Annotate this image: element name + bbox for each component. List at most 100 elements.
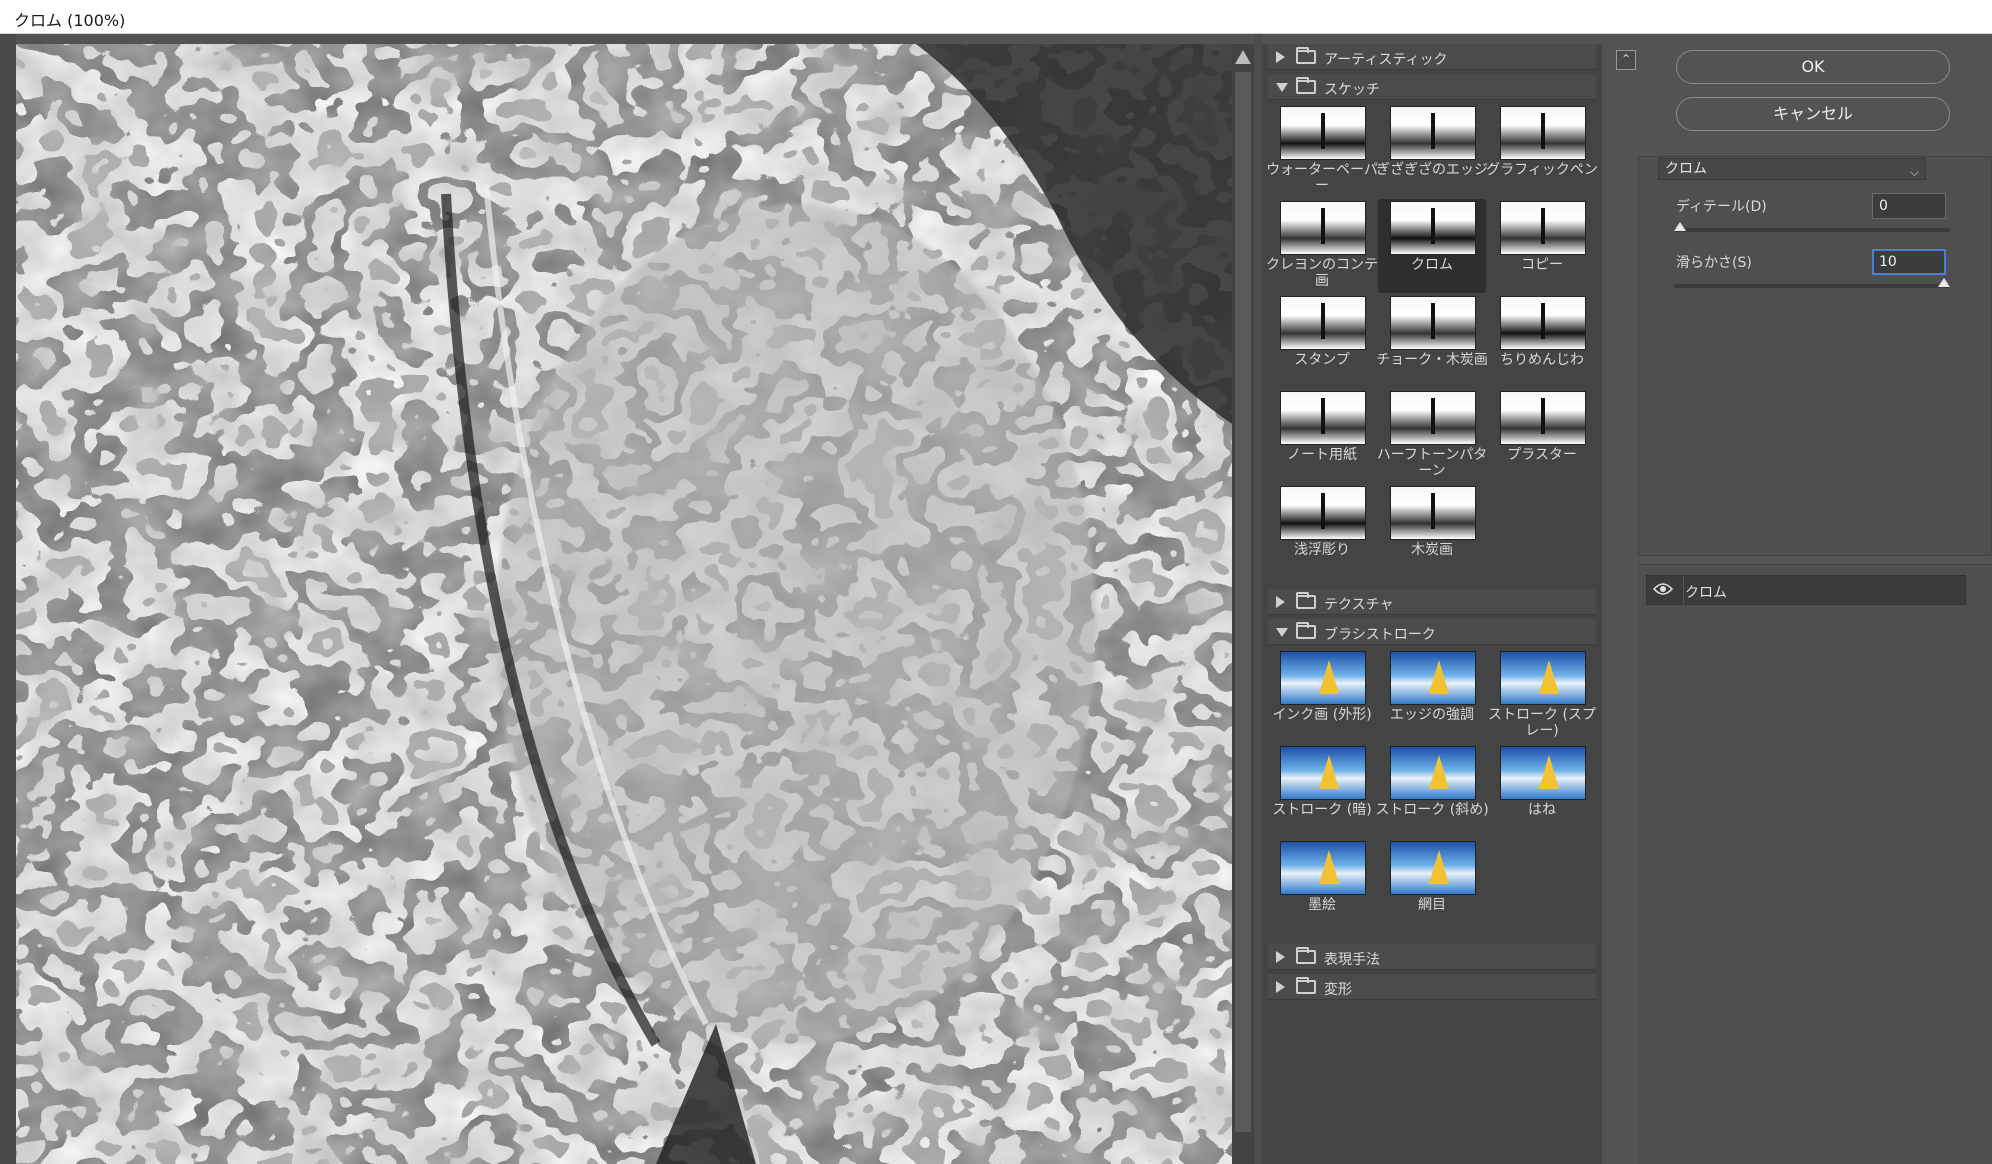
filter-thumbnail[interactable]: クレヨンのコンテ画: [1266, 199, 1378, 293]
filter-thumbnail[interactable]: プラスター: [1488, 389, 1596, 483]
category-0[interactable]: アーティスティック: [1268, 44, 1596, 70]
filter-thumbnail[interactable]: ウォーターペーパー: [1266, 104, 1378, 198]
effect-layer-label: クロム: [1685, 585, 1727, 601]
triangle-right-icon[interactable]: [1276, 951, 1285, 963]
filter-thumbnail[interactable]: ノート用紙: [1268, 389, 1376, 483]
ok-button[interactable]: OK: [1676, 50, 1950, 84]
sailboat-glyph: [1431, 113, 1435, 149]
filter-thumbnail[interactable]: インク画 (外形): [1268, 649, 1376, 743]
filter-thumbnail-label: エッジの強調: [1390, 707, 1474, 723]
filter-thumbnail[interactable]: クロム: [1378, 199, 1486, 293]
effect-layers-panel: クロム: [1638, 564, 1992, 1164]
eye-icon[interactable]: [1653, 582, 1673, 596]
filter-thumbnail[interactable]: チョーク・木炭画: [1376, 294, 1488, 388]
sailboat-glyph: [1321, 303, 1325, 339]
filter-thumbnail[interactable]: ストローク (斜め): [1375, 744, 1489, 838]
filter-thumbnail[interactable]: 木炭画: [1378, 484, 1486, 578]
filter-thumbnail-label: インク画 (外形): [1272, 707, 1372, 723]
sailboat-glyph: [1429, 660, 1449, 694]
filter-thumbnail-label: 網目: [1418, 897, 1446, 913]
sailboat-glyph: [1321, 398, 1325, 434]
smoothness-slider-knob[interactable]: [1938, 278, 1950, 287]
filter-thumbnail[interactable]: エッジの強調: [1378, 649, 1486, 743]
category-1[interactable]: スケッチ: [1268, 74, 1596, 100]
filter-thumbnail[interactable]: ちりめんじわ: [1488, 294, 1596, 388]
sailboat-glyph: [1319, 660, 1339, 694]
filter-thumbnail-label: スタンプ: [1294, 352, 1350, 368]
triangle-right-icon[interactable]: [1276, 596, 1285, 608]
left-edge-strip: [0, 34, 16, 1164]
scroll-up-arrow-icon[interactable]: [1235, 50, 1251, 64]
sailboat-glyph: [1541, 113, 1545, 149]
triangle-down-icon[interactable]: [1276, 628, 1288, 637]
filter-thumbnail-image: [1280, 201, 1366, 255]
category-3[interactable]: ブラシストローク: [1268, 619, 1596, 645]
window-title: クロム (100%): [14, 11, 126, 30]
filter-thumbnail[interactable]: ストローク (スプレー): [1488, 649, 1596, 743]
filter-thumbnail-label: クロム: [1411, 257, 1453, 273]
filter-thumbnail[interactable]: ストローク (暗): [1268, 744, 1376, 838]
filter-controls-panel: ⌃ OK キャンセル クロム ⌵ ディテール(D) 0 滑らかさ(S) 10 ク…: [1610, 44, 1992, 1164]
sailboat-glyph: [1539, 755, 1559, 789]
filter-thumbnail-label: ちりめんじわ: [1500, 352, 1584, 368]
folder-icon: [1296, 977, 1316, 994]
filter-thumbnail-image: [1390, 106, 1476, 160]
filter-thumbnail-image: [1390, 841, 1476, 895]
filter-gallery-panel: アーティスティックスケッチウォーターペーパー ぎざぎざのエッジ グラフィックペンクレ…: [1262, 44, 1602, 1164]
window-titlebar: クロム (100%): [0, 0, 1992, 34]
category-4[interactable]: 表現手法: [1268, 944, 1596, 970]
filter-thumbnail-image: [1390, 296, 1476, 350]
filter-thumbnail[interactable]: 網目: [1378, 839, 1486, 933]
category-label: スケッチ: [1324, 82, 1380, 98]
folder-icon: [1296, 622, 1316, 639]
detail-label: ディテール(D): [1676, 199, 1767, 215]
filter-thumbnail-label: グラフィックペン: [1486, 162, 1598, 178]
sailboat-glyph: [1319, 850, 1339, 884]
sailboat-glyph: [1431, 493, 1435, 529]
category-label: 表現手法: [1324, 952, 1380, 968]
detail-slider[interactable]: [1674, 222, 1950, 232]
filter-thumbnail-label: ぎざぎざのエッジ: [1376, 162, 1488, 178]
cancel-button[interactable]: キャンセル: [1676, 97, 1950, 131]
sailboat-glyph: [1431, 303, 1435, 339]
triangle-down-icon[interactable]: [1276, 83, 1288, 92]
filter-thumbnail[interactable]: スタンプ: [1268, 294, 1376, 388]
layer-row-divider: [1683, 576, 1684, 606]
preview-vertical-scrollbar[interactable]: [1232, 44, 1254, 1164]
filter-thumbnail[interactable]: グラフィックペン: [1486, 104, 1598, 198]
chevron-down-icon: ⌵: [1909, 165, 1919, 179]
sailboat-glyph: [1431, 398, 1435, 434]
filter-thumbnail-label: ウォーターペーパー: [1266, 162, 1378, 194]
sailboat-glyph: [1321, 113, 1325, 149]
category-2[interactable]: テクスチャ: [1268, 589, 1596, 615]
triangle-right-icon[interactable]: [1276, 51, 1285, 63]
smoothness-input[interactable]: 10: [1872, 249, 1946, 275]
filter-thumbnail[interactable]: はね: [1488, 744, 1596, 838]
folder-icon: [1296, 47, 1316, 64]
category-5[interactable]: 変形: [1268, 974, 1596, 1000]
filter-thumbnail[interactable]: 墨絵: [1268, 839, 1376, 933]
filter-thumbnail[interactable]: コピー: [1488, 199, 1596, 293]
triangle-right-icon[interactable]: [1276, 981, 1285, 993]
filter-thumbnail-image: [1500, 746, 1586, 800]
filter-thumbnail[interactable]: ぎざぎざのエッジ: [1376, 104, 1488, 198]
filter-thumbnail-image: [1390, 651, 1476, 705]
effect-layer-row[interactable]: クロム: [1646, 575, 1966, 606]
sailboat-glyph: [1321, 208, 1325, 244]
collapse-up-icon[interactable]: ⌃: [1616, 50, 1636, 70]
category-label: ブラシストローク: [1324, 627, 1436, 643]
sailboat-glyph: [1321, 493, 1325, 529]
filter-select-dropdown[interactable]: クロム ⌵: [1658, 158, 1926, 180]
detail-slider-knob[interactable]: [1674, 222, 1686, 231]
detail-input[interactable]: 0: [1872, 193, 1946, 219]
sailboat-glyph: [1539, 660, 1559, 694]
smoothness-slider[interactable]: [1674, 278, 1950, 288]
filter-preview-canvas[interactable]: [16, 44, 1232, 1164]
filter-thumbnail[interactable]: 浅浮彫り: [1268, 484, 1376, 578]
sailboat-glyph: [1431, 208, 1435, 244]
scrollbar-thumb[interactable]: [1235, 72, 1251, 1132]
filter-thumbnail-image: [1280, 651, 1366, 705]
filter-thumbnail[interactable]: ハーフトーンパターン: [1377, 389, 1487, 483]
filter-thumbnail-image: [1280, 746, 1366, 800]
filter-thumbnail-label: 墨絵: [1308, 897, 1336, 913]
